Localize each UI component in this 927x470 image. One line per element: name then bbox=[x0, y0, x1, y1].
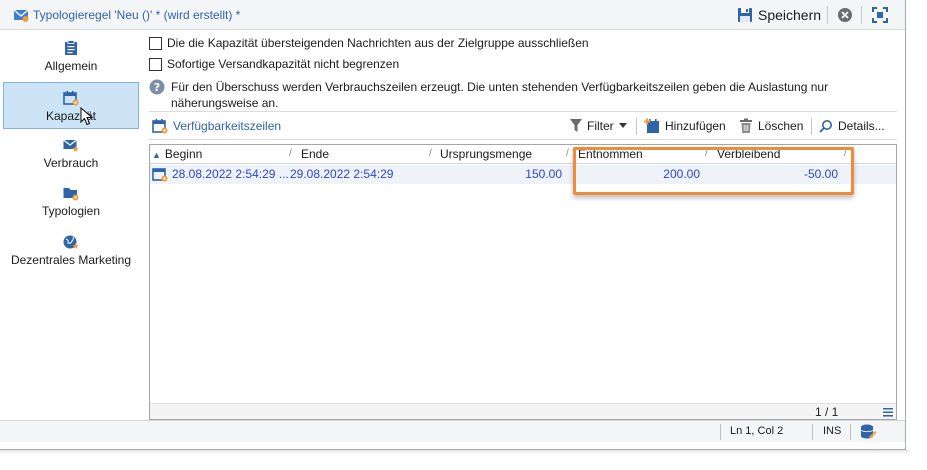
nav-item-label: Typologien bbox=[41, 204, 101, 218]
grid-header: ▲ Beginn / Ende / Ursprungsmenge / Entnom… bbox=[150, 145, 896, 164]
grid-footer: 1 / 1 bbox=[150, 403, 896, 419]
nav-item-kapazitaet[interactable]: Kapazität bbox=[3, 82, 139, 129]
availability-toolbar: Verfügbarkeitszeilen Filter Hinzufügen L… bbox=[149, 111, 897, 140]
filter-button[interactable]: Filter bbox=[570, 117, 627, 135]
column-divider[interactable]: / bbox=[705, 148, 708, 159]
availability-lines-button[interactable]: Verfügbarkeitszeilen bbox=[152, 117, 281, 135]
envelope-rule-icon bbox=[13, 9, 29, 22]
checkbox-label: Sofortige Versandkapazität nicht begrenz… bbox=[167, 57, 400, 71]
toolbar-separator bbox=[811, 118, 812, 135]
clipboard-icon bbox=[65, 40, 77, 55]
details-button[interactable]: Details... bbox=[819, 117, 885, 135]
checkbox-label: Die die Kapazität übersteigenden Nachric… bbox=[167, 36, 589, 50]
window-title: Typologieregel 'Neu ()' * (wird erstellt… bbox=[33, 8, 241, 22]
column-header-label: Entnommen bbox=[578, 147, 643, 161]
svg-text:?: ? bbox=[154, 81, 160, 94]
column-header-label: Verbleibend bbox=[717, 147, 781, 161]
column-header-label: Ende bbox=[301, 147, 330, 161]
help-icon: ? bbox=[149, 79, 165, 95]
filter-icon bbox=[570, 119, 582, 132]
status-separator bbox=[720, 424, 721, 440]
title-separator bbox=[827, 6, 828, 24]
magnifier-icon bbox=[819, 120, 832, 133]
maximize-icon[interactable] bbox=[872, 7, 888, 23]
save-button-label: Speichern bbox=[758, 7, 822, 23]
database-icon[interactable] bbox=[859, 423, 877, 441]
page-indicator: 1 / 1 bbox=[815, 405, 839, 419]
column-divider[interactable]: / bbox=[289, 148, 292, 159]
capacity-panel: Die die Kapazität übersteigenden Nachric… bbox=[143, 31, 905, 449]
info-text: Für den Überschuss werden Verbrauchszeil… bbox=[171, 80, 829, 110]
toolbar-separator bbox=[636, 118, 637, 135]
cell-verbleibend: -50.00 bbox=[803, 167, 838, 181]
sort-ascending-icon: ▲ bbox=[152, 150, 161, 160]
column-header-entnommen[interactable]: Entnommen bbox=[578, 147, 643, 163]
checkbox-box[interactable] bbox=[149, 36, 162, 50]
filter-label: Filter bbox=[587, 119, 614, 133]
column-header-label: Beginn bbox=[164, 147, 203, 161]
add-label: Hinzufügen bbox=[665, 119, 726, 133]
add-calendar-icon bbox=[644, 118, 659, 133]
column-divider[interactable]: / bbox=[566, 148, 569, 159]
no-limit-immediate-checkbox[interactable]: Sofortige Versandkapazität nicht begrenz… bbox=[149, 56, 399, 72]
status-bar: Ln 1, Col 2 INS bbox=[0, 420, 905, 442]
column-divider[interactable]: / bbox=[429, 148, 432, 159]
column-header-ende[interactable]: Ende bbox=[301, 147, 329, 163]
nav-item-verbrauch[interactable]: Verbrauch bbox=[3, 130, 139, 177]
cell-ende: 29.08.2022 2:54:29 bbox=[290, 167, 394, 181]
window-shadow bbox=[0, 450, 909, 454]
calendar-gear-icon bbox=[152, 119, 168, 134]
column-header-ursprungsmenge[interactable]: Ursprungsmenge bbox=[440, 147, 532, 163]
nav-item-typologien[interactable]: Typologien bbox=[3, 178, 139, 225]
trash-icon bbox=[740, 118, 752, 133]
cell-ursprungsmenge: 150.00 bbox=[525, 167, 562, 181]
nav-item-label: Dezentrales Marketing bbox=[10, 253, 132, 267]
nav-item-label: Verbrauch bbox=[43, 156, 99, 170]
exclude-over-capacity-checkbox[interactable]: Die die Kapazität übersteigenden Nachric… bbox=[149, 35, 589, 51]
add-button[interactable]: Hinzufügen bbox=[644, 117, 726, 135]
details-label: Details... bbox=[838, 119, 885, 133]
mouse-cursor-icon bbox=[80, 107, 94, 126]
column-header-verbleibend[interactable]: Verbleibend bbox=[717, 147, 780, 163]
insert-mode: INS bbox=[823, 425, 842, 437]
list-menu-icon[interactable] bbox=[883, 407, 893, 417]
envelope-star-icon bbox=[63, 139, 79, 152]
column-header-beginn[interactable]: ▲ Beginn bbox=[152, 147, 202, 163]
table-row[interactable]: 28.08.2022 2:54:29 ... 29.08.2022 2:54:2… bbox=[150, 165, 896, 184]
left-navigation: Allgemein Kapazität Verbrauch Typologien… bbox=[0, 31, 143, 449]
calendar-gear-icon bbox=[63, 91, 79, 106]
cell-entnommen: 200.00 bbox=[663, 167, 700, 181]
availability-grid: ▲ Beginn / Ende / Ursprungsmenge / Entnom… bbox=[149, 144, 897, 420]
editor-window: Typologieregel 'Neu ()' * (wird erstellt… bbox=[0, 0, 906, 450]
nav-item-allgemein[interactable]: Allgemein bbox=[3, 33, 139, 80]
title-separator bbox=[861, 6, 862, 24]
checkbox-box[interactable] bbox=[149, 57, 162, 71]
title-bar: Typologieregel 'Neu ()' * (wird erstellt… bbox=[0, 0, 905, 30]
nav-item-label: Kapazität bbox=[45, 109, 97, 123]
status-separator bbox=[812, 424, 813, 440]
column-header-label: Ursprungsmenge bbox=[440, 147, 533, 161]
floppy-disk-icon bbox=[738, 8, 752, 22]
folder-gear-icon bbox=[63, 188, 79, 201]
cell-beginn: 28.08.2022 2:54:29 ... bbox=[172, 167, 289, 181]
delete-button[interactable]: Löschen bbox=[739, 117, 803, 135]
delete-label: Löschen bbox=[758, 119, 804, 133]
nav-item-dezentrales-marketing[interactable]: Dezentrales Marketing bbox=[3, 227, 139, 274]
calendar-gear-icon bbox=[152, 168, 168, 182]
chevron-down-icon bbox=[618, 123, 627, 128]
availability-lines-label: Verfügbarkeitszeilen bbox=[173, 119, 282, 133]
globe-star-icon bbox=[63, 235, 79, 249]
column-divider[interactable]: / bbox=[844, 148, 847, 159]
cursor-position: Ln 1, Col 2 bbox=[730, 425, 784, 437]
nav-item-label: Allgemein bbox=[44, 59, 98, 73]
save-button[interactable]: Speichern bbox=[734, 3, 826, 27]
close-icon[interactable] bbox=[837, 7, 853, 23]
status-separator bbox=[850, 424, 851, 440]
